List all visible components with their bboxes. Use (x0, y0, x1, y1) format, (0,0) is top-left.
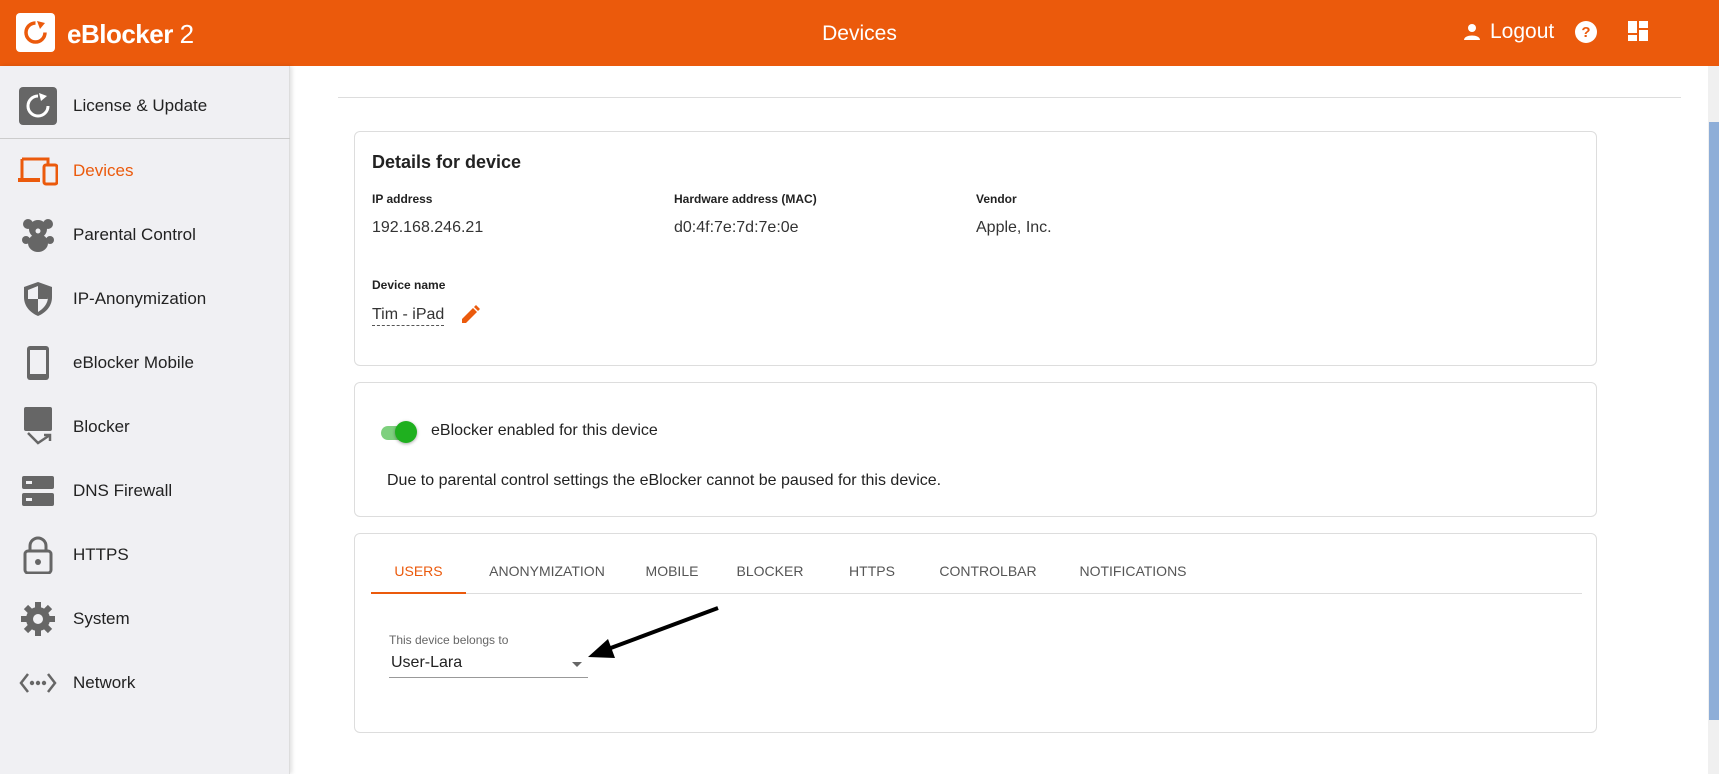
owner-select-label: This device belongs to (389, 633, 509, 647)
tab-bar: USERS ANONYMIZATION MOBILE BLOCKER HTTPS… (371, 548, 1582, 594)
tab-users[interactable]: USERS (371, 548, 466, 594)
svg-text:?: ? (1581, 24, 1590, 41)
lock-icon (18, 535, 58, 575)
tab-notifications[interactable]: NOTIFICATIONS (1058, 548, 1208, 594)
sidebar-item-label: System (73, 609, 130, 628)
caret-down-icon (572, 662, 582, 667)
sidebar-item-label: eBlocker Mobile (73, 353, 194, 372)
device-details-card: Details for device IP address 192.168.24… (354, 131, 1597, 366)
device-settings-card: USERS ANONYMIZATION MOBILE BLOCKER HTTPS… (354, 533, 1597, 733)
license-update-icon (18, 86, 58, 126)
user-icon (1464, 24, 1480, 40)
logout-label: Logout (1490, 20, 1555, 43)
eblocker-enabled-toggle[interactable] (381, 421, 417, 443)
dashboard-icon[interactable] (1627, 20, 1649, 47)
device-status-card: eBlocker enabled for this device Due to … (354, 382, 1597, 517)
sidebar-divider (0, 138, 290, 139)
sidebar-item-label: DNS Firewall (73, 481, 173, 500)
sidebar-item-parental-control[interactable]: Parental Control (0, 205, 290, 265)
sidebar-item-label: Blocker (73, 417, 130, 436)
sidebar-item-dns-firewall[interactable]: DNS Firewall (0, 461, 290, 521)
network-icon (18, 663, 58, 703)
device-name-label: Device name (372, 278, 446, 292)
sidebar-item-ip-anonymization[interactable]: IP-Anonymization (0, 269, 290, 329)
annotation-arrow-icon (588, 606, 719, 658)
card-title: Details for device (372, 152, 522, 172)
sidebar-item-label: IP-Anonymization (73, 289, 207, 308)
sidebar-item-license-update[interactable]: License & Update (0, 76, 290, 136)
sidebar-item-https[interactable]: HTTPS (0, 525, 290, 585)
ip-address-label: IP address (372, 192, 433, 206)
toggle-knob (395, 421, 417, 443)
tab-controlbar[interactable]: CONTROLBAR (924, 548, 1052, 594)
ip-address-value: 192.168.246.21 (372, 219, 484, 236)
tab-https[interactable]: HTTPS (826, 548, 918, 594)
sidebar-item-blocker[interactable]: Blocker (0, 397, 290, 457)
teddy-bear-icon (18, 215, 58, 255)
content-divider (338, 97, 1681, 98)
toggle-label: eBlocker enabled for this device (431, 422, 658, 439)
owner-select-value: User-Lara (391, 654, 463, 671)
sidebar-item-label: Network (73, 673, 136, 692)
devices-icon (18, 151, 58, 191)
tab-anonymization[interactable]: ANONYMIZATION (472, 548, 622, 594)
blocker-icon (18, 407, 58, 447)
tab-blocker[interactable]: BLOCKER (720, 548, 820, 594)
parental-control-notice: Due to parental control settings the eBl… (387, 472, 942, 489)
vendor-value: Apple, Inc. (976, 219, 1052, 236)
gear-icon (18, 599, 58, 639)
sidebar-item-network[interactable]: Network (0, 653, 290, 713)
sidebar-item-label: HTTPS (73, 545, 129, 564)
tab-mobile[interactable]: MOBILE (629, 548, 715, 594)
sidebar: License & Update Devices Parental Contro… (0, 66, 290, 774)
vendor-label: Vendor (976, 192, 1017, 206)
sidebar-item-eblocker-mobile[interactable]: eBlocker Mobile (0, 333, 290, 393)
mac-address-label: Hardware address (MAC) (674, 192, 817, 206)
pencil-icon[interactable] (459, 304, 481, 331)
smartphone-icon (18, 343, 58, 383)
owner-select[interactable]: User-Lara (389, 650, 588, 678)
sidebar-item-label: Parental Control (73, 225, 196, 244)
device-name-value[interactable]: Tim - iPad (372, 306, 445, 326)
app-header: eBlocker 2 Devices Logout ? (0, 0, 1719, 66)
shield-icon (18, 279, 58, 319)
server-icon (18, 471, 58, 511)
sidebar-item-devices[interactable]: Devices (0, 141, 290, 201)
help-icon[interactable]: ? (1574, 20, 1598, 49)
sidebar-item-label: Devices (73, 161, 134, 180)
sidebar-item-label: License & Update (73, 96, 208, 115)
mac-address-value: d0:4f:7e:7d:7e:0e (674, 219, 799, 236)
logout-button[interactable]: Logout (1462, 20, 1554, 44)
sidebar-item-system[interactable]: System (0, 589, 290, 649)
scrollbar-thumb[interactable] (1709, 122, 1719, 720)
